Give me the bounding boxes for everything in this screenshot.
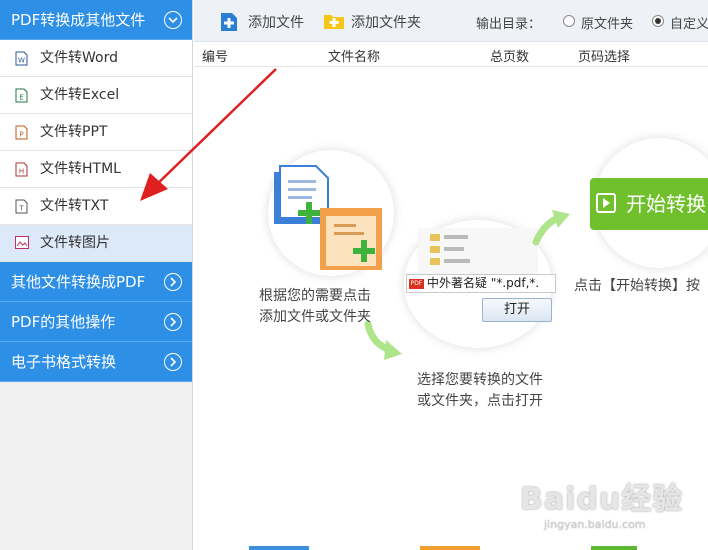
step2-hint-line1: 选择您要转换的文件 (417, 372, 543, 388)
play-icon (596, 193, 616, 213)
chevron-right-icon[interactable] (164, 313, 182, 331)
green-step-arrow-icon (532, 210, 570, 246)
add-file-button[interactable]: 添加文件 (220, 10, 304, 34)
sidebar-item-label: 文件转图片 (40, 235, 110, 251)
file-table-header: 编号 文件名称 总页数 页码选择 (194, 43, 708, 67)
svg-text:T: T (18, 205, 24, 213)
watermark-main: Baidu经验 (520, 482, 684, 517)
column-header-pages: 总页数 (490, 50, 530, 65)
svg-text:E: E (19, 94, 23, 102)
baidu-watermark: Baidu经验 jingyan.baidu.com (520, 470, 700, 545)
dialog-filename-value: 中外著名疑 "*.pdf,*. (427, 276, 540, 290)
pdf-file-icon: PDF (409, 279, 424, 289)
radio-dot-selected[interactable] (652, 15, 664, 27)
category-other-to-pdf-label: 其他文件转换成PDF (11, 273, 146, 291)
radio-dot[interactable] (563, 15, 575, 27)
bottom-button-orange[interactable] (420, 546, 480, 550)
radio-custom-folder[interactable]: 自定义 (652, 13, 708, 32)
step1-hint-line1: 根据您的需要点击 (259, 288, 371, 304)
chevron-right-icon[interactable] (164, 353, 182, 371)
step1-illustration (268, 150, 394, 276)
dialog-filename-field[interactable]: PDF 中外著名疑 "*.pdf,*. (406, 274, 556, 293)
column-header-filename: 文件名称 (328, 50, 381, 65)
step3-hint: 点击【开始转换】按 (574, 276, 700, 297)
excel-file-icon: E (15, 88, 28, 103)
watermark-url: jingyan.baidu.com (544, 518, 646, 531)
sidebar-item-label: 文件转Excel (40, 87, 120, 103)
sidebar-item-label: 文件转HTML (40, 161, 121, 177)
toolbar: 添加文件 添加文件夹 输出目录： 原文件夹 自定义 (194, 0, 708, 42)
bottom-button-blue[interactable] (249, 546, 309, 550)
radio-original-label: 原文件夹 (581, 17, 634, 32)
svg-text:P: P (19, 131, 23, 139)
add-folder-label: 添加文件夹 (351, 15, 421, 31)
chevron-right-icon[interactable] (164, 273, 182, 291)
category-ebook-convert[interactable]: 电子书格式转换 (0, 342, 192, 382)
txt-file-icon: T (15, 199, 28, 214)
dialog-open-button[interactable]: 打开 (482, 298, 552, 322)
step2-hint-line2: 或文件夹，点击打开 (417, 393, 543, 409)
add-file-label: 添加文件 (248, 15, 304, 31)
word-file-icon: W (15, 51, 28, 66)
step2-hint: 选择您要转换的文件 或文件夹，点击打开 (417, 370, 543, 412)
step3-hint-line1: 点击【开始转换】按 (574, 278, 700, 294)
category-pdf-other-ops[interactable]: PDF的其他操作 (0, 302, 192, 342)
column-header-number: 编号 (202, 50, 229, 65)
bottom-button-green[interactable] (591, 546, 637, 550)
category-other-to-pdf[interactable]: 其他文件转换成PDF (0, 262, 192, 302)
category-pdf-other-ops-label: PDF的其他操作 (11, 313, 116, 331)
radio-original-folder[interactable]: 原文件夹 (563, 13, 633, 32)
red-annotation-arrow-icon (140, 68, 277, 201)
sidebar-item-label: 文件转TXT (40, 198, 109, 214)
svg-text:W: W (18, 57, 25, 65)
category-pdf-to-other-label: PDF转换成其他文件 (11, 11, 146, 29)
sidebar-item-image[interactable]: 文件转图片 (0, 225, 192, 262)
radio-custom-label: 自定义 (670, 17, 708, 32)
svg-text:H: H (19, 168, 24, 176)
image-file-icon (15, 236, 29, 249)
category-pdf-to-other[interactable]: PDF转换成其他文件 (0, 0, 192, 40)
start-convert-illustration: 开始转换 (590, 178, 708, 230)
step1-hint: 根据您的需要点击 添加文件或文件夹 (259, 286, 371, 328)
html-file-icon: H (15, 162, 28, 177)
category-ebook-convert-label: 电子书格式转换 (11, 353, 117, 371)
column-header-page-select: 页码选择 (578, 50, 631, 65)
chevron-down-icon[interactable] (164, 11, 182, 29)
sidebar-item-label: 文件转PPT (40, 124, 108, 140)
add-folder-icon (324, 15, 344, 29)
step1-hint-line2: 添加文件或文件夹 (259, 309, 371, 325)
add-folder-button[interactable]: 添加文件夹 (323, 10, 421, 34)
start-convert-label: 开始转换 (626, 192, 706, 216)
add-file-icon (221, 13, 237, 31)
output-dir-label: 输出目录： (476, 17, 542, 32)
sidebar-item-label: 文件转Word (40, 50, 118, 66)
add-files-illustration-icon (274, 165, 382, 270)
dialog-open-label: 打开 (503, 302, 530, 317)
ppt-file-icon: P (15, 125, 28, 140)
